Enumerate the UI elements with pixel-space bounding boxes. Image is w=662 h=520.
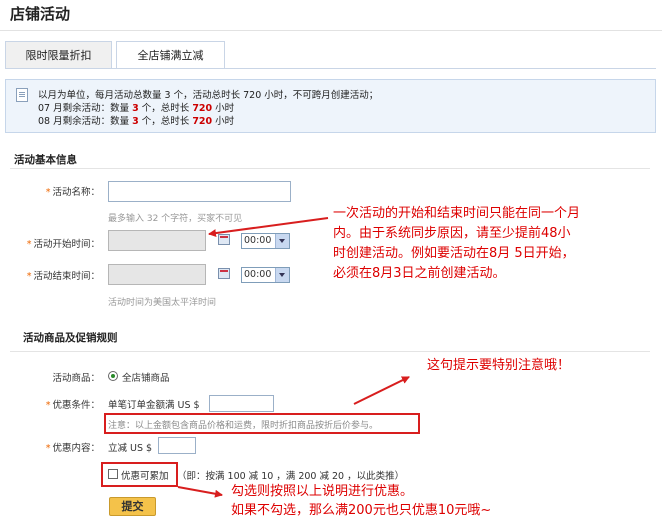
arrow-to-time-fields [208, 217, 329, 238]
annotation-arrows [177, 217, 410, 498]
arrow-to-annotation-note [353, 376, 410, 405]
arrow-to-annotation-stackable [177, 486, 223, 498]
